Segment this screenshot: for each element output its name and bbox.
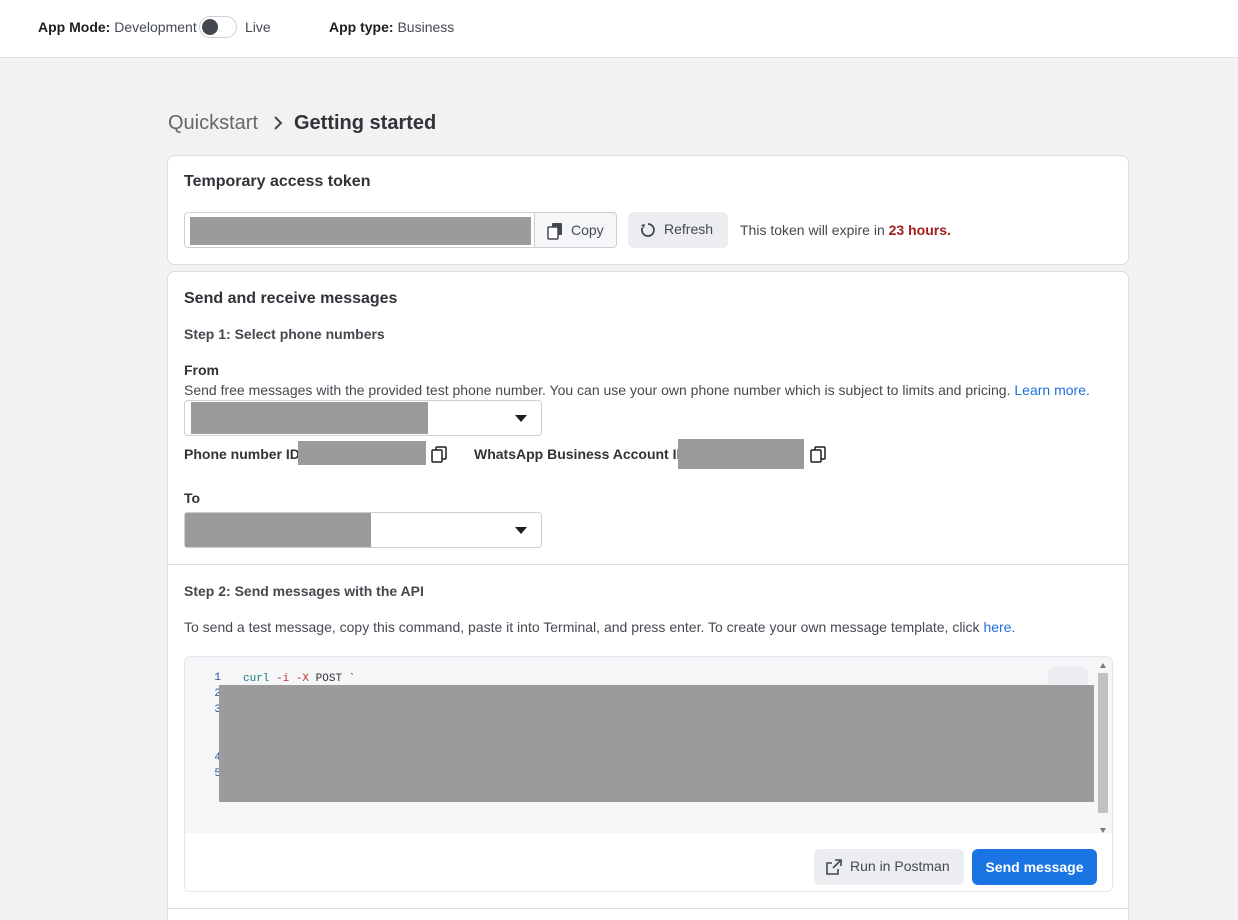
token-redacted xyxy=(190,217,531,245)
messages-card: Send and receive messages Step 1: Select… xyxy=(167,271,1129,920)
token-field[interactable]: Copy xyxy=(184,212,617,248)
expiry-prefix: This token will expire in xyxy=(740,222,885,238)
learn-more-link[interactable]: Learn more. xyxy=(1014,382,1089,398)
waba-id-redacted xyxy=(678,439,804,469)
toggle-knob xyxy=(202,19,218,35)
step2-desc-text: To send a test message, copy this comman… xyxy=(184,619,980,635)
code-flag: -X xyxy=(295,673,310,685)
to-phone-redacted xyxy=(185,513,371,547)
line-number: 1 xyxy=(214,672,221,684)
live-label: Live xyxy=(245,19,271,35)
send-message-button[interactable]: Send message xyxy=(972,849,1097,885)
app-mode: App Mode: Development xyxy=(38,18,197,36)
postman-label: Run in Postman xyxy=(850,858,950,874)
code-flag: -i xyxy=(276,673,290,685)
divider xyxy=(168,564,1128,565)
code-editor[interactable]: 1 2 3 4 5 curl -i -X POST ` xyxy=(185,657,1112,833)
chevron-down-icon xyxy=(515,415,527,422)
from-phone-redacted xyxy=(191,402,428,434)
here-link[interactable]: here. xyxy=(983,619,1015,635)
top-bar: App Mode: Development Live App type: Bus… xyxy=(0,0,1238,58)
scroll-down-icon[interactable] xyxy=(1100,828,1106,833)
app-mode-value: Development xyxy=(114,19,197,35)
app-type-label: App type: xyxy=(329,19,394,35)
copy-label: Copy xyxy=(571,222,604,238)
scroll-up-icon[interactable] xyxy=(1100,663,1106,668)
chevron-down-icon xyxy=(515,527,527,534)
divider xyxy=(168,908,1128,909)
external-link-icon xyxy=(826,859,842,875)
refresh-button[interactable]: Refresh xyxy=(628,212,728,248)
from-label: From xyxy=(184,362,219,378)
app-type: App type: Business xyxy=(329,18,454,36)
code-cmd: curl xyxy=(243,673,270,685)
to-phone-select[interactable] xyxy=(184,512,542,548)
refresh-icon xyxy=(641,223,655,237)
from-phone-select[interactable] xyxy=(184,400,542,436)
token-expiry: This token will expire in 23 hours. xyxy=(740,222,951,238)
copy-token-button[interactable]: Copy xyxy=(534,212,617,248)
copy-code-button[interactable] xyxy=(1048,667,1088,687)
code-line: curl -i -X POST ` xyxy=(243,673,355,685)
code-redacted xyxy=(219,685,1094,802)
copy-phone-id-icon[interactable] xyxy=(430,445,448,463)
run-in-postman-button[interactable]: Run in Postman xyxy=(814,849,964,885)
breadcrumb-quickstart[interactable]: Quickstart xyxy=(168,111,258,135)
expiry-value: 23 hours. xyxy=(888,222,951,238)
to-label: To xyxy=(184,490,201,506)
from-desc-text: Send free messages with the provided tes… xyxy=(184,382,1011,398)
messages-card-title: Send and receive messages xyxy=(184,290,398,307)
step2-heading: Step 2: Send messages with the API xyxy=(184,583,424,599)
token-card: Temporary access token Copy Refresh This… xyxy=(167,155,1129,265)
phone-number-id-redacted xyxy=(298,441,426,465)
phone-number-id-label: Phone number ID: xyxy=(184,446,305,462)
code-block: 1 2 3 4 5 curl -i -X POST ` Run in Postm… xyxy=(184,656,1113,892)
chevron-right-icon xyxy=(274,116,283,130)
refresh-label: Refresh xyxy=(664,221,714,237)
app-mode-label: App Mode: xyxy=(38,19,111,35)
copy-icon xyxy=(547,223,562,240)
code-rest: POST ` xyxy=(315,673,356,685)
page-title: Getting started xyxy=(294,112,437,134)
scrollbar[interactable] xyxy=(1098,673,1108,813)
step1-heading: Step 1: Select phone numbers xyxy=(184,326,385,342)
app-type-value: Business xyxy=(397,19,455,35)
step2-description: To send a test message, copy this comman… xyxy=(184,619,1015,635)
copy-waba-id-icon[interactable] xyxy=(809,445,827,463)
waba-id-label: WhatsApp Business Account ID: xyxy=(474,446,692,462)
token-card-title: Temporary access token xyxy=(184,173,371,190)
app-mode-toggle[interactable] xyxy=(199,16,237,38)
from-description: Send free messages with the provided tes… xyxy=(184,382,1090,398)
